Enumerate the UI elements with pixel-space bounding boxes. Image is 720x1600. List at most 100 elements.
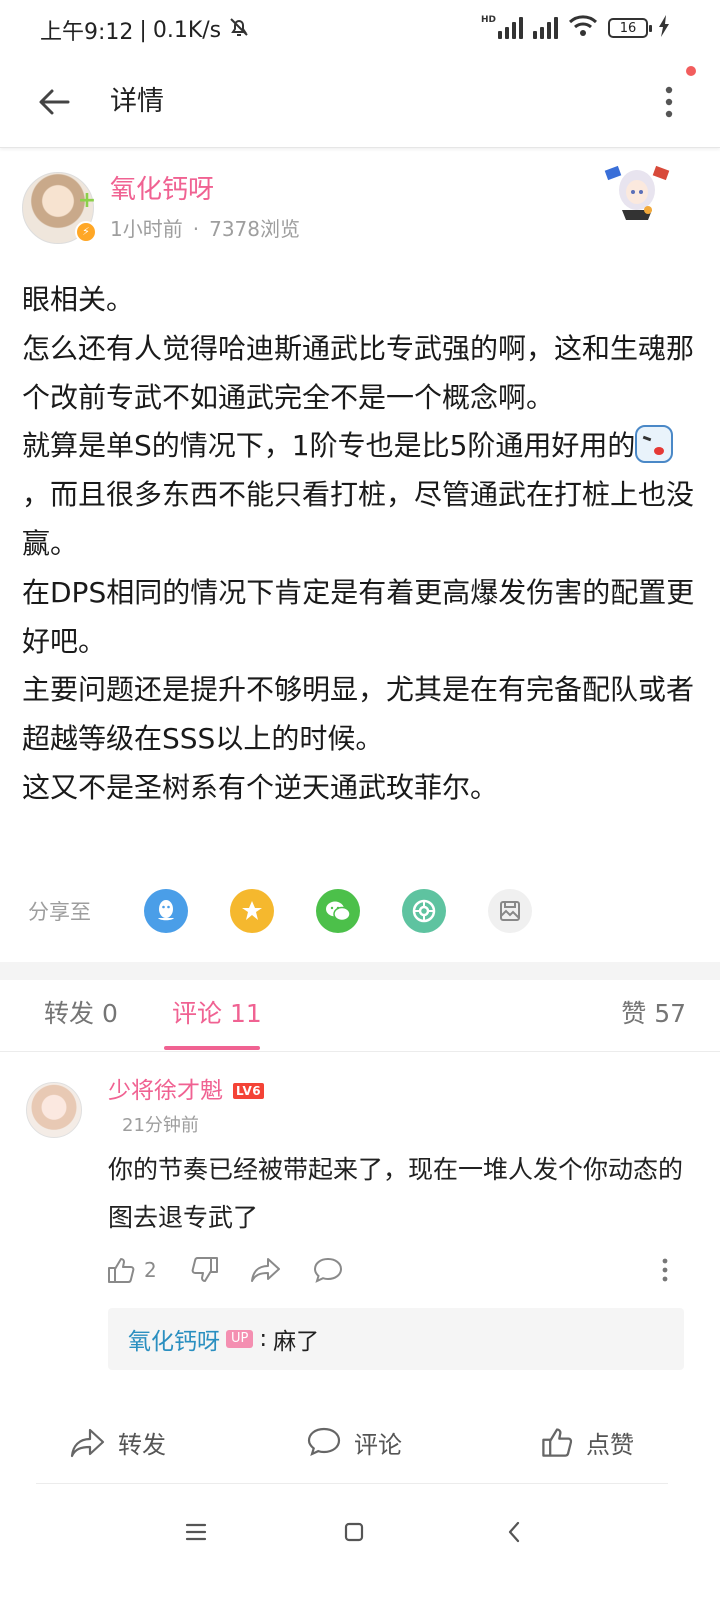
comment-like-count: 2: [144, 1258, 157, 1282]
status-left: 上午9:12 | 0.1K/s: [40, 14, 251, 46]
comment-time: 21分钟前: [122, 1115, 199, 1136]
share-arrow-icon: [70, 1428, 105, 1458]
post-paragraph-with-emoji: 就算是单S的情况下，1阶专也是比5阶通用好用的 ，而且很多东西不能只看打桩，尽管通…: [22, 422, 698, 568]
commenter-name-row: 少将徐才魁 LV6: [108, 1074, 265, 1108]
active-tab-indicator: [164, 1046, 260, 1050]
signal-hd-icon: [498, 17, 523, 39]
share-arrow-icon: [251, 1258, 280, 1282]
section-divider: [0, 962, 720, 980]
comment-text: 你的节奏已经被带起来了，现在一堆人发个你动态的图去退专武了: [108, 1155, 684, 1232]
qzone-star-icon: [242, 901, 262, 920]
share-image-button[interactable]: [488, 889, 532, 933]
thumbs-up-icon: [108, 1258, 135, 1283]
system-back-button[interactable]: [494, 1512, 534, 1552]
post-paragraph: 主要问题还是提升不够明显，尤其是在有完备配队或者超越等级在SSS以上的时候。: [22, 673, 695, 756]
battery-level: 16: [619, 20, 637, 36]
comment-button[interactable]: 评论: [306, 1422, 402, 1462]
signal-icon: [533, 17, 558, 39]
back-chevron-icon: [508, 1521, 520, 1543]
tab-count: 57: [654, 999, 686, 1028]
arrow-left-icon: [39, 89, 70, 115]
status-divider: |: [139, 17, 147, 43]
reply-separator: :: [259, 1326, 268, 1352]
more-vertical-icon: [665, 86, 673, 118]
author-avatar[interactable]: + ⚡: [22, 172, 97, 244]
share-qq-button[interactable]: [144, 889, 188, 933]
app-bar: 详情: [0, 56, 720, 148]
share-label: 分享至: [28, 900, 91, 924]
post-content: 眼相关。 怎么还有人觉得哈迪斯通武比专武强的啊，这和生魂那个改前专武不如通武完全…: [22, 276, 698, 813]
home-button[interactable]: [334, 1512, 374, 1552]
tab-count: 0: [101, 999, 118, 1028]
commenter-name[interactable]: 少将徐才魁: [108, 1074, 223, 1108]
tab-like[interactable]: 赞 57: [621, 996, 686, 1032]
wechat-icon: [326, 901, 351, 922]
post-time: 1小时前: [110, 217, 183, 241]
plus-icon: +: [77, 188, 97, 213]
hd-label: HD: [480, 15, 496, 25]
more-options-button[interactable]: [654, 78, 684, 126]
notification-dot: [686, 66, 696, 76]
verified-badge-icon: ⚡: [75, 221, 97, 243]
chat-bubble-icon: [313, 1257, 343, 1283]
thumbs-down-icon: [191, 1257, 218, 1282]
comment-actions: 2: [106, 1250, 686, 1290]
comment-like-button[interactable]: 2: [106, 1254, 157, 1286]
reply-text: 麻了: [273, 1329, 320, 1355]
post-paragraph: 这又不是圣树系有个逆天通武玫菲尔。: [22, 770, 499, 804]
wifi-icon: [568, 14, 598, 42]
post-text: 就算是单S的情况下，1阶专也是比5阶通用好用的: [22, 429, 636, 463]
share-qzone-button[interactable]: [230, 889, 274, 933]
reply-preview[interactable]: 氧化钙呀 UP : 麻了: [108, 1308, 684, 1370]
comment-share-button[interactable]: [250, 1254, 282, 1286]
post-paragraph: 眼相关。: [22, 283, 135, 316]
bottom-action-bar: 转发 评论 点赞: [36, 1408, 668, 1484]
comment-dislike-button[interactable]: [190, 1254, 220, 1286]
tab-label: 评论: [172, 999, 223, 1028]
status-time: 上午9:12: [40, 20, 134, 45]
charging-bolt-icon: [658, 15, 670, 41]
up-badge: UP: [226, 1330, 254, 1348]
post-paragraph: 在DPS相同的情况下肯定是有着更高爆发伤害的配置更好吧。: [22, 575, 695, 658]
tab-count: 11: [229, 999, 262, 1028]
tab-comment[interactable]: 评论 11: [172, 996, 262, 1032]
comment-reply-button[interactable]: [312, 1254, 344, 1286]
share-wechat-button[interactable]: [316, 889, 360, 933]
moments-icon: [412, 899, 436, 923]
mute-bell-icon: [227, 15, 251, 45]
level-badge: LV6: [233, 1083, 265, 1099]
qq-icon: [158, 900, 174, 921]
post-meta: 1小时前 · 7378浏览: [110, 214, 300, 244]
meta-separator: ·: [192, 217, 200, 241]
post-text: ，而且很多东西不能只看打桩，尽管通武在打桩上也没赢。: [22, 478, 695, 560]
like-label: 点赞: [586, 1430, 634, 1459]
recent-apps-button[interactable]: [176, 1512, 216, 1552]
post-paragraph: 怎么还有人觉得哈迪斯通武比专武强的啊，这和生魂那个改前专武不如通武完全不是一个概…: [22, 331, 695, 414]
tab-repost[interactable]: 转发 0: [44, 996, 118, 1032]
more-vertical-icon: [662, 1258, 668, 1282]
battery-icon: 16: [608, 18, 652, 38]
comment-label: 评论: [354, 1430, 402, 1459]
repost-label: 转发: [118, 1430, 166, 1459]
like-button[interactable]: 点赞: [540, 1422, 634, 1462]
chat-bubble-icon: [307, 1427, 341, 1457]
reply-author[interactable]: 氧化钙呀: [128, 1322, 220, 1356]
comment-more-button[interactable]: [660, 1254, 670, 1286]
status-speed: 0.1K/s: [152, 17, 222, 43]
repost-button[interactable]: 转发: [70, 1422, 166, 1462]
avatar-pendant-image: [604, 162, 670, 222]
tab-label: 赞: [621, 999, 647, 1028]
status-right: HD 16: [481, 14, 670, 42]
detail-tabs: 转发 0 评论 11 赞 57: [0, 980, 720, 1052]
commenter-avatar[interactable]: [26, 1082, 82, 1138]
menu-icon: [185, 1523, 207, 1541]
tv-emoji-icon: [635, 425, 674, 464]
home-square-icon: [344, 1522, 364, 1542]
share-moments-button[interactable]: [402, 889, 446, 933]
image-share-icon: [500, 901, 520, 921]
back-button[interactable]: [30, 78, 78, 126]
author-name[interactable]: 氧化钙呀: [110, 172, 214, 208]
thumbs-up-icon: [542, 1428, 573, 1457]
tab-label: 转发: [44, 999, 95, 1028]
status-bar: 上午9:12 | 0.1K/s HD 16: [0, 0, 720, 56]
